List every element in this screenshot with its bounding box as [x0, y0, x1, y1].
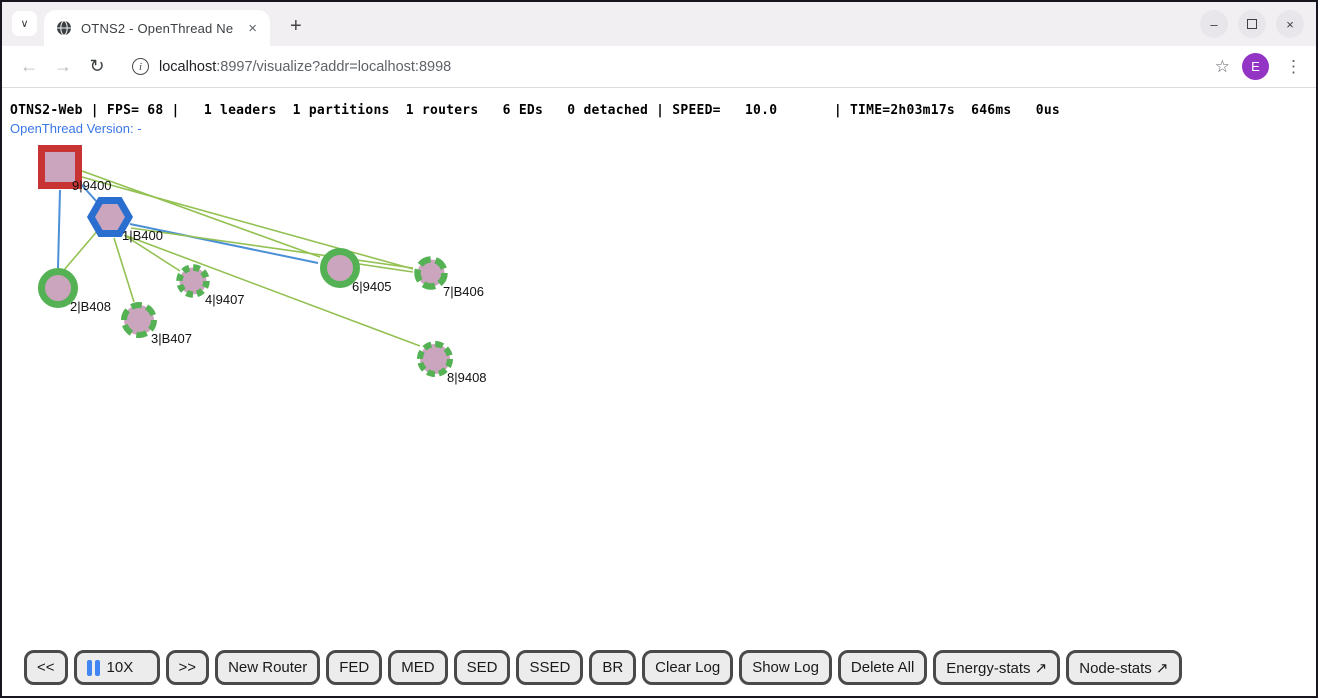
- node-label: 7|B406: [443, 284, 484, 299]
- node-child[interactable]: [124, 305, 154, 335]
- button-label: MED: [401, 659, 434, 676]
- back-button[interactable]: ←: [12, 56, 46, 77]
- minimize-icon: –: [1210, 17, 1217, 32]
- link-green: [64, 229, 99, 270]
- ssed-button[interactable]: SSED: [516, 650, 583, 685]
- pause-speed-button[interactable]: 10X: [74, 650, 160, 685]
- node-child[interactable]: [420, 344, 450, 374]
- link-green: [114, 238, 134, 302]
- minimize-button[interactable]: –: [1200, 10, 1228, 38]
- url-path: :8997/visualize?addr=localhost:8998: [216, 59, 451, 75]
- tab-strip: ∨ OTNS2 - OpenThread Ne × + – ×: [2, 2, 1316, 46]
- node-label: 1|B400: [122, 228, 163, 243]
- button-label: Energy-stats ↗: [946, 659, 1047, 677]
- med-button[interactable]: MED: [388, 650, 447, 685]
- speed-up-button[interactable]: >>: [166, 650, 210, 685]
- page-info-icon[interactable]: i: [132, 58, 149, 75]
- tab-otns2[interactable]: OTNS2 - OpenThread Ne ×: [44, 10, 270, 46]
- node-child[interactable]: [418, 260, 445, 287]
- node-child[interactable]: [180, 268, 207, 295]
- maximize-button[interactable]: [1238, 10, 1266, 38]
- bookmark-star-icon[interactable]: ☆: [1215, 57, 1230, 77]
- energy-stats-button[interactable]: Energy-stats ↗: [933, 650, 1060, 685]
- link-blue: [58, 190, 60, 268]
- clear-log-button[interactable]: Clear Log: [642, 650, 733, 685]
- node-label: 8|9408: [447, 370, 487, 385]
- link-green: [359, 264, 413, 272]
- button-label: FED: [339, 659, 369, 676]
- profile-avatar[interactable]: E: [1242, 53, 1269, 80]
- maximize-icon: [1247, 19, 1257, 29]
- node-label: 4|9407: [205, 292, 245, 307]
- button-label: <<: [37, 659, 55, 676]
- simulator-toolbar: << 10X >> New Router FED MED SED SSED BR Clear Lo…: [24, 650, 1182, 685]
- delete-all-button[interactable]: Delete All: [838, 650, 927, 685]
- node-label: 6|9405: [352, 279, 392, 294]
- link-green: [131, 228, 413, 268]
- speed-down-button[interactable]: <<: [24, 650, 68, 685]
- globe-favicon-icon: [56, 20, 72, 36]
- node-label: 3|B407: [151, 331, 192, 346]
- tab-search-button[interactable]: ∨: [12, 11, 37, 36]
- chevron-down-icon: ∨: [20, 17, 28, 30]
- button-label: New Router: [228, 659, 307, 676]
- button-label: >>: [179, 659, 197, 676]
- forward-button[interactable]: →: [46, 56, 80, 77]
- openthread-version-link[interactable]: OpenThread Version: -: [10, 121, 142, 136]
- fed-button[interactable]: FED: [326, 650, 382, 685]
- link-green: [82, 177, 413, 269]
- navigation-bar: ← → ↻ i localhost:8997/visualize?addr=lo…: [2, 46, 1316, 88]
- button-label: Show Log: [752, 659, 819, 676]
- node-stats-button[interactable]: Node-stats ↗: [1066, 650, 1181, 685]
- show-log-button[interactable]: Show Log: [739, 650, 832, 685]
- button-label: 10X: [107, 659, 134, 676]
- reload-button[interactable]: ↻: [80, 56, 114, 77]
- window-controls: – ×: [1200, 10, 1304, 38]
- tab-close-icon[interactable]: ×: [245, 20, 260, 37]
- tab-title: OTNS2 - OpenThread Ne: [81, 21, 236, 36]
- address-bar[interactable]: i localhost:8997/visualize?addr=localhos…: [118, 50, 1207, 84]
- url-text: localhost:8997/visualize?addr=localhost:…: [159, 59, 451, 75]
- simulator-status-line: OTNS2-Web | FPS= 68 | 1 leaders 1 partit…: [10, 103, 1060, 118]
- button-label: Clear Log: [655, 659, 720, 676]
- button-label: Delete All: [851, 659, 914, 676]
- browser-menu-icon[interactable]: ⋮: [1281, 57, 1306, 77]
- sed-button[interactable]: SED: [454, 650, 511, 685]
- url-host: localhost: [159, 59, 216, 75]
- button-label: SED: [467, 659, 498, 676]
- pause-icon: [87, 660, 100, 676]
- new-router-button[interactable]: New Router: [215, 650, 320, 685]
- button-label: SSED: [529, 659, 570, 676]
- node-label: 9|9400: [72, 178, 112, 193]
- br-button[interactable]: BR: [589, 650, 636, 685]
- button-label: Node-stats ↗: [1079, 659, 1168, 677]
- close-icon: ×: [1286, 17, 1294, 32]
- browser-window: ∨ OTNS2 - OpenThread Ne × + – × ←: [0, 0, 1318, 698]
- node-label: 2|B408: [70, 299, 111, 314]
- button-label: BR: [602, 659, 623, 676]
- new-tab-button[interactable]: +: [284, 15, 308, 38]
- close-button[interactable]: ×: [1276, 10, 1304, 38]
